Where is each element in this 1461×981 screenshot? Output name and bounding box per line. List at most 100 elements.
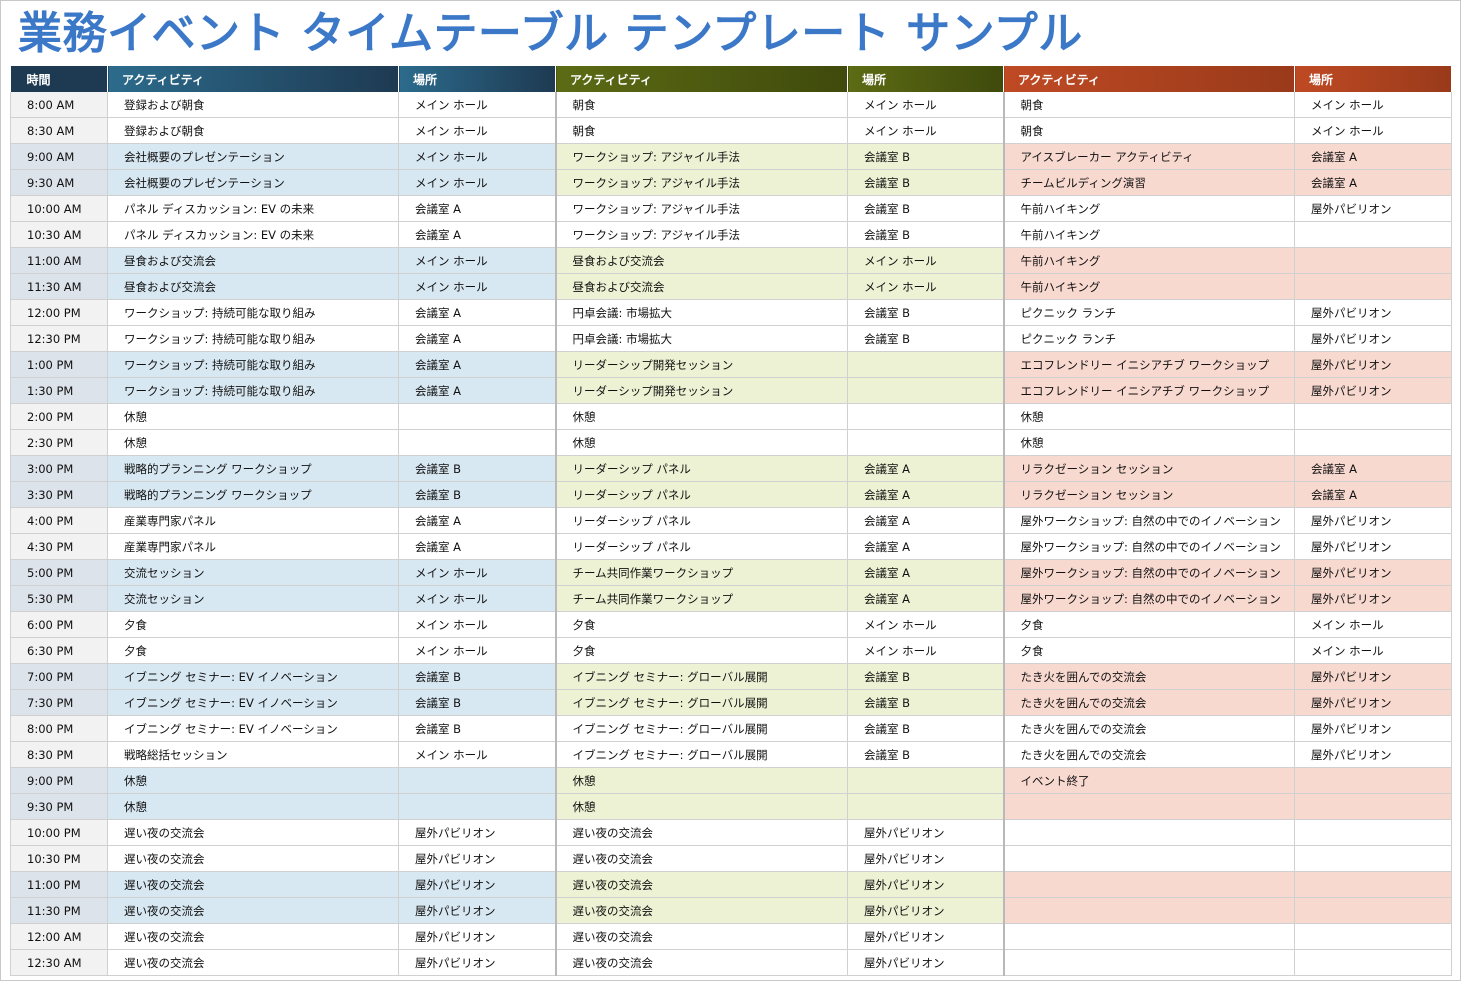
location-cell-3 bbox=[1294, 923, 1452, 950]
activity-cell-3: リラクゼーション セッション bbox=[1003, 455, 1295, 482]
table-row: 11:30 PM 遅い夜の交流会 屋外パビリオン 遅い夜の交流会 屋外パビリオン bbox=[10, 897, 1452, 924]
activity-cell-2: 円卓会議: 市場拡大 bbox=[555, 325, 848, 352]
activity-cell-2: 円卓会議: 市場拡大 bbox=[555, 299, 848, 326]
activity-cell-1: 遅い夜の交流会 bbox=[107, 871, 399, 898]
activity-cell-3: 休憩 bbox=[1003, 429, 1295, 456]
location-cell-2: メイン ホール bbox=[847, 611, 1005, 638]
location-cell-3 bbox=[1294, 221, 1452, 248]
time-cell: 11:00 PM bbox=[10, 871, 108, 898]
location-cell-2: 会議室 A bbox=[847, 455, 1005, 482]
location-cell-1: 会議室 B bbox=[398, 715, 557, 742]
activity-cell-2: ワークショップ: アジャイル手法 bbox=[555, 195, 848, 222]
activity-cell-3: 夕食 bbox=[1003, 611, 1295, 638]
table-row: 2:00 PM 休憩 休憩 休憩 bbox=[10, 403, 1452, 430]
location-cell-2: メイン ホール bbox=[847, 92, 1005, 118]
activity-cell-1: 登録および朝食 bbox=[107, 92, 399, 118]
activity-cell-1: 交流セッション bbox=[107, 585, 399, 612]
table-row: 2:30 PM 休憩 休憩 休憩 bbox=[10, 429, 1452, 456]
location-cell-1: 会議室 A bbox=[398, 221, 557, 248]
table-row: 11:00 PM 遅い夜の交流会 屋外パビリオン 遅い夜の交流会 屋外パビリオン bbox=[10, 871, 1452, 898]
activity-cell-2: リーダーシップ開発セッション bbox=[555, 351, 848, 378]
activity-cell-2: イブニング セミナー: グローバル展開 bbox=[555, 689, 848, 716]
table-row: 6:00 PM 夕食 メイン ホール 夕食 メイン ホール 夕食 メイン ホール bbox=[10, 611, 1452, 638]
activity-cell-2: 昼食および交流会 bbox=[555, 247, 848, 274]
time-cell: 11:00 AM bbox=[10, 247, 108, 274]
activity-cell-1: 休憩 bbox=[107, 429, 399, 456]
location-cell-3: 屋外パビリオン bbox=[1294, 533, 1452, 560]
location-cell-3 bbox=[1294, 273, 1452, 300]
location-cell-2: 会議室 A bbox=[847, 507, 1005, 534]
timetable: 時間 アクティビティ 場所 アクティビティ 場所 アクティビティ 場所 8:00… bbox=[10, 66, 1452, 976]
activity-cell-3: たき火を囲んでの交流会 bbox=[1003, 715, 1295, 742]
activity-cell-1: 遅い夜の交流会 bbox=[107, 897, 399, 924]
activity-cell-3: 午前ハイキング bbox=[1003, 195, 1295, 222]
location-cell-1: 会議室 A bbox=[398, 377, 557, 404]
table-row: 7:00 PM イブニング セミナー: EV イノベーション 会議室 B イブニング … bbox=[10, 663, 1452, 690]
activity-cell-1: 戦略総括セッション bbox=[107, 741, 399, 768]
location-cell-2 bbox=[847, 351, 1005, 378]
activity-cell-2: 休憩 bbox=[555, 793, 848, 820]
location-cell-1 bbox=[398, 403, 557, 430]
table-row: 8:30 AM 登録および朝食 メイン ホール 朝食 メイン ホール 朝食 メイン ホール bbox=[10, 117, 1452, 144]
activity-cell-1: パネル ディスカッション: EV の未来 bbox=[107, 221, 399, 248]
location-cell-3 bbox=[1294, 897, 1452, 924]
time-cell: 8:00 PM bbox=[10, 715, 108, 742]
location-cell-2: 会議室 A bbox=[847, 559, 1005, 586]
location-cell-3: 屋外パビリオン bbox=[1294, 559, 1452, 586]
activity-cell-3: エコフレンドリー イニシアチブ ワークショップ bbox=[1003, 351, 1295, 378]
table-row: 1:00 PM ワークショップ: 持続可能な取り組み 会議室 A リーダーシップ開発セ… bbox=[10, 351, 1452, 378]
table-row: 10:00 PM 遅い夜の交流会 屋外パビリオン 遅い夜の交流会 屋外パビリオン bbox=[10, 819, 1452, 846]
activity-cell-3 bbox=[1003, 949, 1295, 976]
location-cell-2: 屋外パビリオン bbox=[847, 949, 1005, 976]
location-cell-1: メイン ホール bbox=[398, 143, 557, 170]
header-location-2: 場所 bbox=[847, 66, 1004, 92]
location-cell-1: 会議室 A bbox=[398, 299, 557, 326]
header-location-3: 場所 bbox=[1294, 66, 1452, 92]
header-time: 時間 bbox=[10, 66, 108, 92]
time-cell: 7:00 PM bbox=[10, 663, 108, 690]
location-cell-3: 屋外パビリオン bbox=[1294, 663, 1452, 690]
location-cell-2: 会議室 B bbox=[847, 663, 1005, 690]
location-cell-3: 屋外パビリオン bbox=[1294, 585, 1452, 612]
header-location-1: 場所 bbox=[398, 66, 556, 92]
time-cell: 5:30 PM bbox=[10, 585, 108, 612]
location-cell-2: 会議室 B bbox=[847, 143, 1005, 170]
activity-cell-2: 遅い夜の交流会 bbox=[555, 819, 848, 846]
table-row: 11:00 AM 昼食および交流会 メイン ホール 昼食および交流会 メイン ホール 午前… bbox=[10, 247, 1452, 274]
location-cell-1: 屋外パビリオン bbox=[398, 845, 557, 872]
activity-cell-2: ワークショップ: アジャイル手法 bbox=[555, 143, 848, 170]
activity-cell-1: 登録および朝食 bbox=[107, 117, 399, 144]
time-cell: 10:00 AM bbox=[10, 195, 108, 222]
activity-cell-1: イブニング セミナー: EV イノベーション bbox=[107, 663, 399, 690]
location-cell-3: 屋外パビリオン bbox=[1294, 351, 1452, 378]
activity-cell-2: 遅い夜の交流会 bbox=[555, 897, 848, 924]
location-cell-3 bbox=[1294, 871, 1452, 898]
activity-cell-3: 午前ハイキング bbox=[1003, 273, 1295, 300]
location-cell-2: 会議室 B bbox=[847, 299, 1005, 326]
table-row: 4:00 PM 産業専門家パネル 会議室 A リーダーシップ パネル 会議室 A 屋外ワー… bbox=[10, 507, 1452, 534]
time-cell: 11:30 AM bbox=[10, 273, 108, 300]
location-cell-3 bbox=[1294, 403, 1452, 430]
time-cell: 2:00 PM bbox=[10, 403, 108, 430]
location-cell-3 bbox=[1294, 793, 1452, 820]
location-cell-2: 屋外パビリオン bbox=[847, 897, 1005, 924]
table-row: 1:30 PM ワークショップ: 持続可能な取り組み 会議室 A リーダーシップ開発セ… bbox=[10, 377, 1452, 404]
time-cell: 9:30 AM bbox=[10, 169, 108, 196]
activity-cell-2: ワークショップ: アジャイル手法 bbox=[555, 169, 848, 196]
activity-cell-3: イベント終了 bbox=[1003, 767, 1295, 794]
activity-cell-3: アイスブレーカー アクティビティ bbox=[1003, 143, 1295, 170]
location-cell-1: メイン ホール bbox=[398, 247, 557, 274]
table-row: 7:30 PM イブニング セミナー: EV イノベーション 会議室 B イブニング … bbox=[10, 689, 1452, 716]
activity-cell-1: 昼食および交流会 bbox=[107, 247, 399, 274]
activity-cell-2: チーム共同作業ワークショップ bbox=[555, 585, 848, 612]
activity-cell-3 bbox=[1003, 923, 1295, 950]
location-cell-1: メイン ホール bbox=[398, 559, 557, 586]
location-cell-2: 会議室 B bbox=[847, 169, 1005, 196]
page-title: 業務イベント タイムテーブル テンプレート サンプル bbox=[18, 8, 1083, 59]
location-cell-1: 会議室 B bbox=[398, 481, 557, 508]
location-cell-3 bbox=[1294, 767, 1452, 794]
activity-cell-2: イブニング セミナー: グローバル展開 bbox=[555, 715, 848, 742]
table-row: 10:30 PM 遅い夜の交流会 屋外パビリオン 遅い夜の交流会 屋外パビリオン bbox=[10, 845, 1452, 872]
location-cell-3: 屋外パビリオン bbox=[1294, 377, 1452, 404]
table-row: 11:30 AM 昼食および交流会 メイン ホール 昼食および交流会 メイン ホール 午前… bbox=[10, 273, 1452, 300]
